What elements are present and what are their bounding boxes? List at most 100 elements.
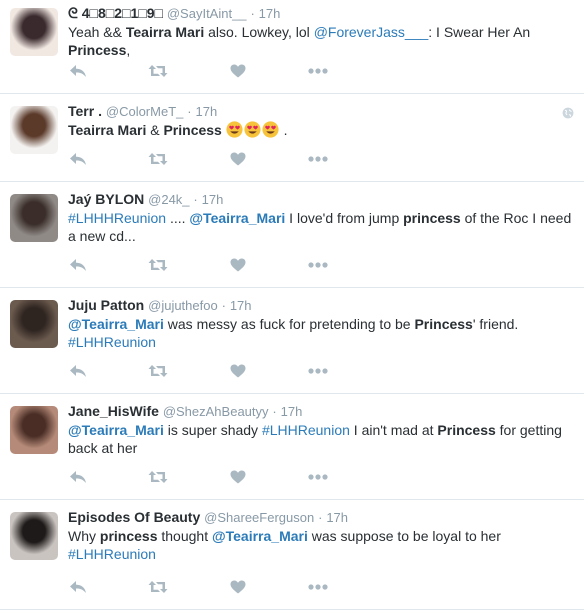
highlighted-keyword: Princess (437, 422, 496, 438)
text-segment: I ain't mad at (349, 422, 438, 438)
text-segment: was suppose to be loyal to her (307, 528, 501, 544)
hashtag-link[interactable]: #LHHReunion (68, 546, 156, 562)
avatar[interactable] (10, 8, 58, 56)
mention-link[interactable]: @Teairra_Mari (68, 316, 164, 332)
username[interactable]: @ColorMeT_ (106, 104, 184, 119)
more-icon[interactable] (308, 63, 328, 79)
reply-icon[interactable] (68, 469, 88, 485)
username[interactable]: @ShareeFerguson (204, 510, 314, 525)
fullname[interactable]: Jane_HisWife (68, 403, 159, 419)
heart-eyes-emoji-icon (244, 121, 262, 138)
text-segment: Why (68, 528, 100, 544)
tweet-actions (68, 363, 328, 379)
fullname[interactable]: Terr . (68, 103, 102, 119)
reply-icon[interactable] (68, 151, 88, 167)
retweet-icon[interactable] (148, 63, 168, 79)
tweet-header: ᘓ 4□8□2□1□9□ @SayItAint__ · 17h (68, 4, 574, 22)
text-segment: .... (166, 210, 190, 226)
separator-dot: · (318, 510, 323, 525)
timestamp[interactable]: 17h (202, 192, 224, 207)
username[interactable]: @SayItAint__ (167, 6, 247, 21)
tweet[interactable]: Jaý BYLON @24k_ · 17h #LHHHReunion .... @… (0, 182, 584, 288)
tweet[interactable]: ᘓ 4□8□2□1□9□ @SayItAint__ · 17h Yeah && T… (0, 0, 584, 94)
retweet-icon[interactable] (148, 257, 168, 273)
more-icon[interactable] (308, 151, 328, 167)
tweet-actions (68, 469, 328, 485)
tweet-text: Teairra Mari & Princess . (68, 121, 574, 139)
more-icon[interactable] (308, 363, 328, 379)
tweet-text: @Teairra_Mari is super shady #LHHReunion… (68, 421, 574, 457)
avatar[interactable] (10, 406, 58, 454)
tweet[interactable]: Jane_HisWife @ShezAhBeautyy · 17h @Teairr… (0, 394, 584, 500)
avatar[interactable] (10, 512, 58, 560)
timestamp[interactable]: 17h (326, 510, 348, 525)
mention-link[interactable]: @Teairra_Mari (212, 528, 308, 544)
tweet[interactable]: Terr . @ColorMeT_ · 17h Teairra Mari & Pr… (0, 94, 584, 182)
text-segment: ' friend. (472, 316, 519, 332)
highlighted-keyword: Teairra Mari (125, 24, 205, 40)
heart-eyes-emoji-icon (226, 121, 244, 138)
highlighted-keyword: Princess (163, 122, 222, 138)
favorite-icon[interactable] (228, 257, 248, 273)
username[interactable]: @24k_ (148, 192, 189, 207)
avatar[interactable] (10, 300, 58, 348)
tweet-header: Terr . @ColorMeT_ · 17h (68, 102, 574, 120)
tweet[interactable]: Juju Patton @jujuthefoo · 17h @Teairra_Ma… (0, 288, 584, 394)
highlighted-keyword: Teairra Mari (68, 122, 147, 138)
text-segment: I love'd from jump (285, 210, 404, 226)
retweet-icon[interactable] (148, 363, 168, 379)
hashtag-link[interactable]: #LHHReunion (262, 422, 350, 438)
retweet-icon[interactable] (148, 151, 168, 167)
highlighted-keyword: Princess (68, 42, 127, 58)
fullname[interactable]: Episodes Of Beauty (68, 509, 200, 525)
favorite-icon[interactable] (228, 579, 248, 595)
tweet-header: Jaý BYLON @24k_ · 17h (68, 190, 574, 208)
favorite-icon[interactable] (228, 363, 248, 379)
timestamp[interactable]: 17h (196, 104, 218, 119)
tweet[interactable]: Episodes Of Beauty @ShareeFerguson · 17h… (0, 500, 584, 610)
mention-link[interactable]: @ForeverJass___ (314, 24, 429, 40)
tweet-content: Terr . @ColorMeT_ · 17h Teairra Mari & Pr… (68, 102, 574, 139)
retweet-icon[interactable] (148, 579, 168, 595)
tweet-text: Why princess thought @Teairra_Mari was s… (68, 527, 574, 563)
favorite-icon[interactable] (228, 151, 248, 167)
tweet-content: Juju Patton @jujuthefoo · 17h @Teairra_Ma… (68, 296, 574, 351)
retweet-icon[interactable] (148, 469, 168, 485)
reply-icon[interactable] (68, 579, 88, 595)
tweet-header: Juju Patton @jujuthefoo · 17h (68, 296, 574, 314)
more-icon[interactable] (308, 257, 328, 273)
mention-link[interactable]: @Teairra_Mari (189, 210, 285, 226)
avatar[interactable] (10, 194, 58, 242)
hashtag-link[interactable]: #LHHHReunion (68, 210, 166, 226)
text-segment: thought (157, 528, 212, 544)
favorite-icon[interactable] (228, 469, 248, 485)
timestamp[interactable]: 17h (230, 298, 252, 313)
reply-icon[interactable] (68, 63, 88, 79)
tweet-content: ᘓ 4□8□2□1□9□ @SayItAint__ · 17h Yeah && T… (68, 4, 574, 59)
separator-dot: · (187, 104, 192, 119)
fullname[interactable]: Juju Patton (68, 297, 144, 313)
timestamp[interactable]: 17h (281, 404, 303, 419)
fullname[interactable]: Jaý BYLON (68, 191, 144, 207)
tweet-content: Episodes Of Beauty @ShareeFerguson · 17h… (68, 508, 574, 563)
reply-icon[interactable] (68, 363, 88, 379)
username[interactable]: @jujuthefoo (148, 298, 218, 313)
tweet-actions (68, 63, 328, 79)
separator-dot: · (272, 404, 277, 419)
more-icon[interactable] (308, 469, 328, 485)
tweet-actions (68, 151, 328, 167)
favorite-icon[interactable] (228, 63, 248, 79)
mention-link[interactable]: @Teairra_Mari (68, 422, 164, 438)
hashtag-link[interactable]: #LHHReunion (68, 334, 156, 350)
avatar[interactable] (10, 106, 58, 154)
highlighted-keyword: Princess (414, 316, 473, 332)
separator-dot: · (250, 6, 255, 21)
more-icon[interactable] (308, 579, 328, 595)
username[interactable]: @ShezAhBeautyy (163, 404, 269, 419)
tweet-text: @Teairra_Mari was messy as fuck for pret… (68, 315, 574, 351)
timestamp[interactable]: 17h (259, 6, 281, 21)
reply-icon[interactable] (68, 257, 88, 273)
fullname[interactable]: ᘓ 4□8□2□1□9□ (68, 5, 163, 21)
tweet-text: #LHHHReunion .... @Teairra_Mari I love'd… (68, 209, 574, 245)
text-segment: . (279, 122, 288, 138)
